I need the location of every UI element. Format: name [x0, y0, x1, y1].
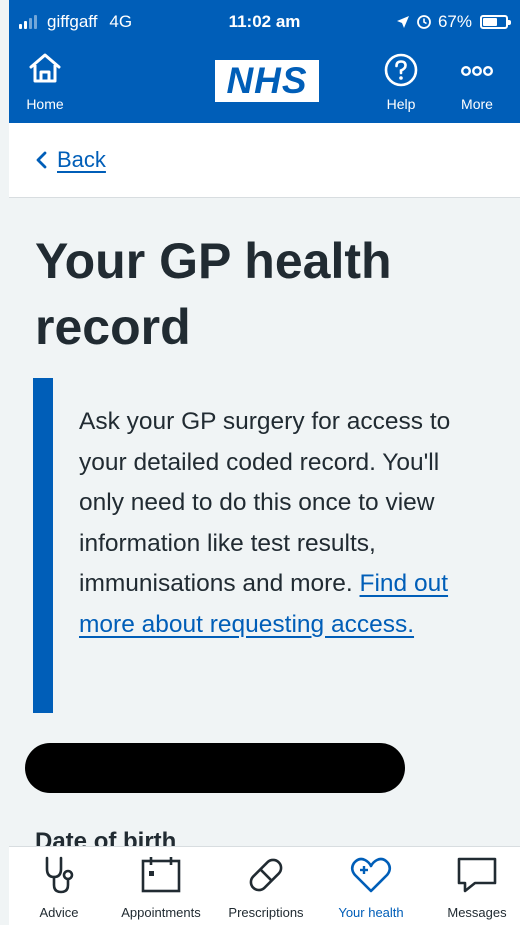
tab-advice-label: Advice — [39, 905, 79, 920]
chevron-left-icon — [36, 151, 47, 169]
tab-prescriptions[interactable]: Prescriptions — [228, 847, 304, 925]
status-bar: giffgaff 4G 11:02 am 67% — [9, 0, 520, 44]
heart-plus-icon — [350, 857, 392, 893]
more-button[interactable]: More — [445, 46, 509, 118]
pill-icon — [249, 858, 283, 892]
alarm-icon — [417, 15, 431, 29]
calendar-icon — [141, 857, 181, 893]
header-nav: Home NHS Help More — [9, 46, 520, 118]
inset-text: Ask your GP surgery for access to your d… — [79, 408, 451, 598]
home-button[interactable]: Home — [13, 46, 77, 118]
page-title: Your GP health record — [35, 233, 392, 355]
tab-advice[interactable]: Advice — [29, 847, 89, 925]
nhs-logo: NHS — [215, 60, 319, 102]
speech-bubble-icon — [457, 857, 497, 893]
app-screen: giffgaff 4G 11:02 am 67% Home NHS Help M… — [0, 0, 520, 925]
battery-percent: 67% — [437, 12, 472, 31]
top-bar: giffgaff 4G 11:02 am 67% Home NHS Help M… — [9, 0, 520, 123]
help-icon — [384, 53, 418, 87]
redacted-name-bar — [25, 743, 405, 793]
tab-your-health[interactable]: Your health — [331, 847, 411, 925]
back-row: Back — [9, 123, 520, 198]
tab-prescriptions-label: Prescriptions — [228, 905, 304, 920]
help-label: Help — [386, 96, 416, 112]
tab-messages[interactable]: Messages — [447, 847, 507, 925]
inset-text-panel: Ask your GP surgery for access to your d… — [33, 378, 473, 713]
more-dots-icon — [461, 65, 494, 76]
inset-paragraph: Ask your GP surgery for access to your d… — [79, 402, 479, 646]
battery-icon — [480, 15, 511, 29]
tab-appointments[interactable]: Appointments — [121, 847, 201, 925]
bottom-tab-bar: Advice Appointments Prescriptions Your h… — [9, 846, 520, 925]
tab-messages-label: Messages — [447, 905, 507, 920]
location-arrow-icon — [396, 16, 409, 28]
help-button[interactable]: Help — [369, 46, 433, 118]
home-icon — [29, 53, 61, 83]
home-label: Home — [26, 96, 64, 112]
tab-your-health-label: Your health — [338, 905, 404, 920]
stethoscope-icon — [45, 856, 74, 894]
status-right: 67% — [396, 12, 511, 32]
more-label: More — [461, 96, 493, 112]
main-content: Your GP health record Ask your GP surger… — [9, 198, 520, 855]
tab-appointments-label: Appointments — [121, 905, 201, 920]
back-link[interactable]: Back — [35, 147, 106, 173]
back-label: Back — [57, 147, 106, 172]
